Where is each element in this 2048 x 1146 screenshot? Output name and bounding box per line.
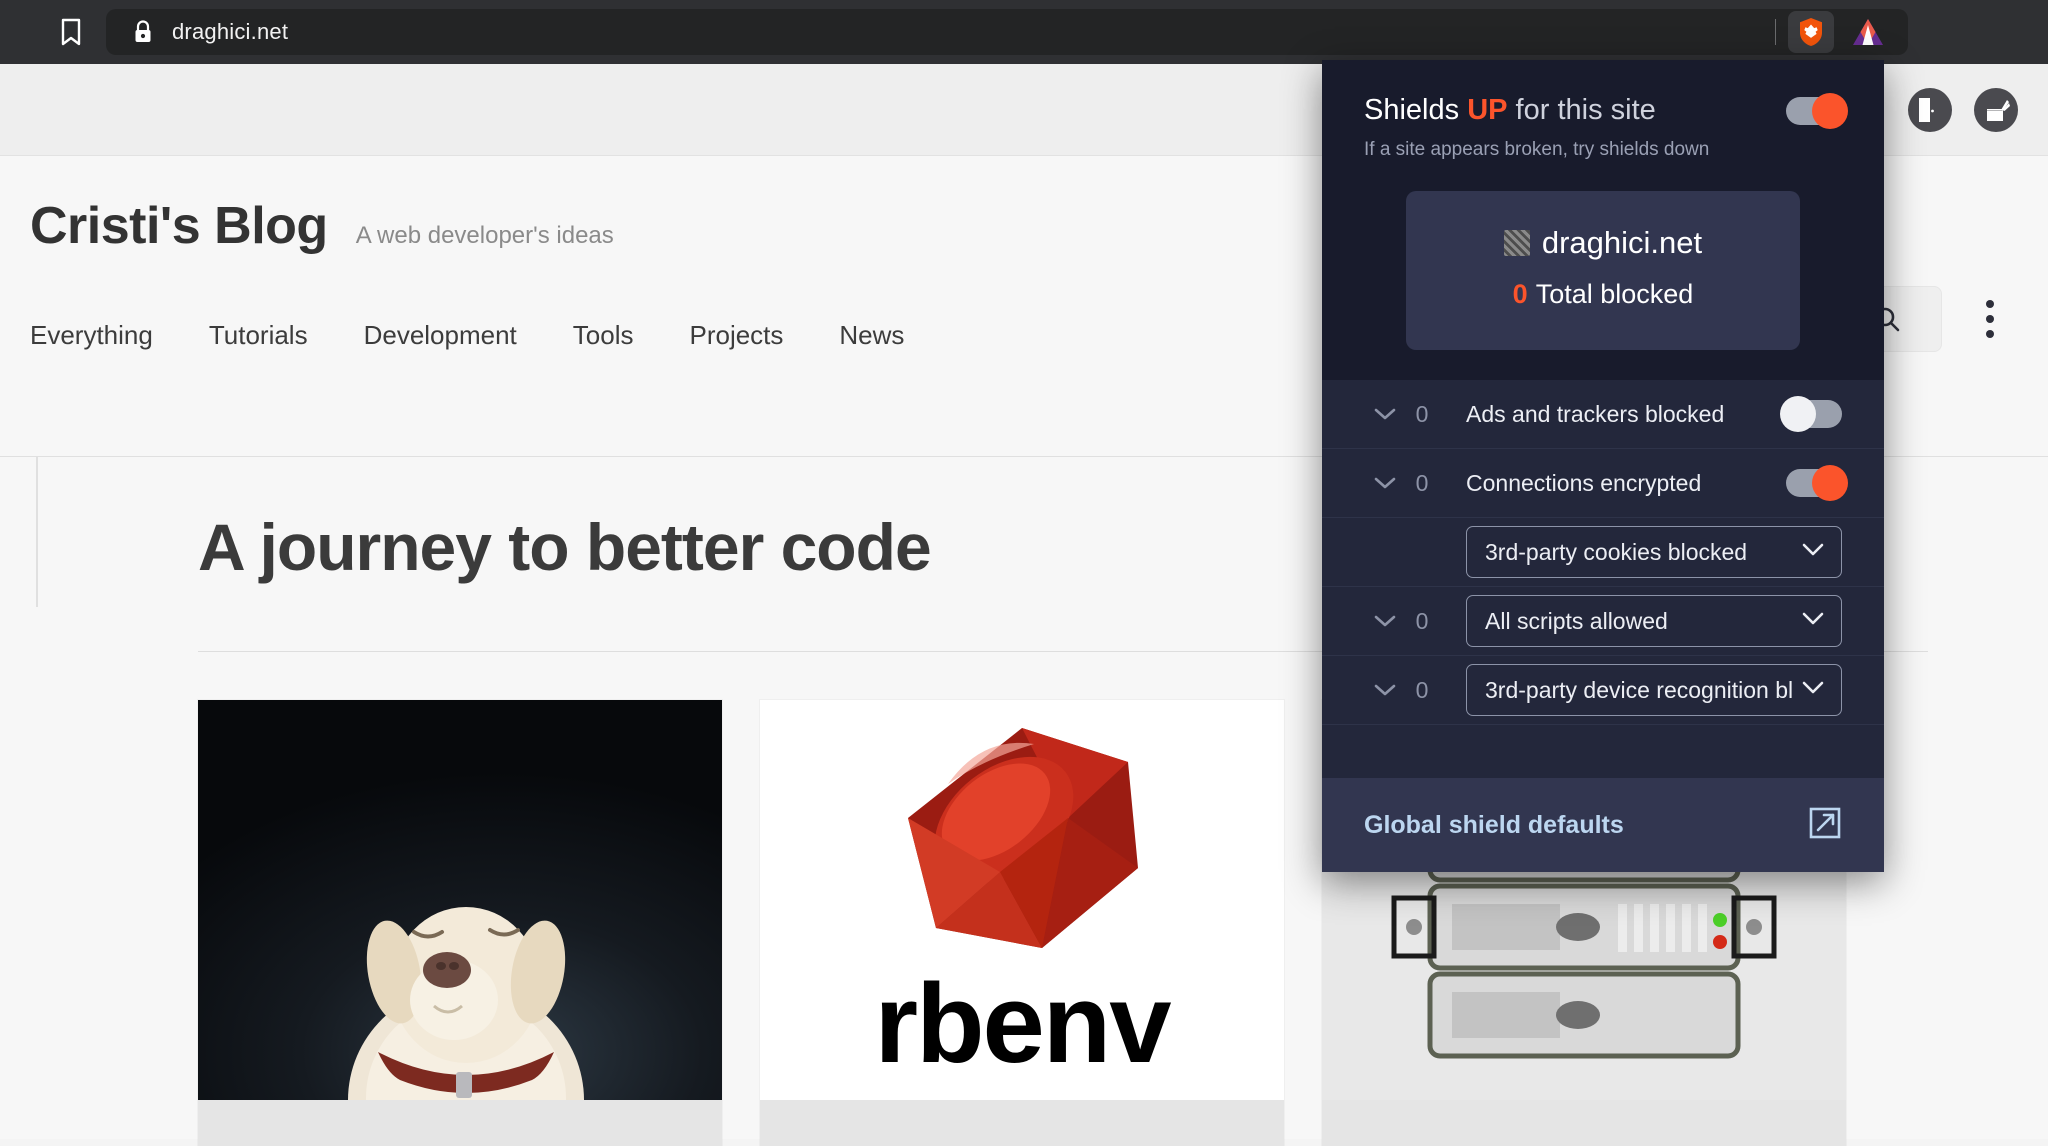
site-title: Cristi's Blog <box>30 197 328 255</box>
article-side-rule <box>36 457 38 607</box>
rbenv-wordmark: rbenv <box>874 961 1172 1086</box>
card-footer <box>1322 1100 1846 1146</box>
chevron-down-icon[interactable] <box>1370 614 1400 628</box>
card-footer <box>760 1100 1284 1146</box>
shields-panel-header: Shields UP for this site If a site appea… <box>1322 60 1884 380</box>
row-cookie-blocking[interactable]: 3rd-party cookies blocked <box>1322 518 1884 587</box>
total-blocked-count: 0 <box>1512 279 1528 309</box>
site-domain-row: draghici.net <box>1406 225 1800 261</box>
toolbar-divider <box>1775 19 1776 45</box>
chevron-down-icon <box>1801 542 1825 562</box>
ads-trackers-toggle[interactable] <box>1780 396 1842 432</box>
brave-shields-panel: Shields UP for this site If a site appea… <box>1322 60 1884 872</box>
ruby-gem-icon <box>908 728 1138 948</box>
nav-item-everything[interactable]: Everything <box>30 320 153 351</box>
rbenv-card[interactable]: rbenv <box>760 700 1284 1146</box>
toggle-knob <box>1812 92 1848 129</box>
shields-rows: 0 Ads and trackers blocked 0 Connections… <box>1322 380 1884 778</box>
select-value: All scripts allowed <box>1485 607 1668 634</box>
nav-item-development[interactable]: Development <box>364 320 517 351</box>
books-avatar-icon[interactable] <box>1974 87 2018 132</box>
toggle-knob <box>1780 396 1816 432</box>
menu-dot <box>1986 315 1994 323</box>
shields-status-text: Shields UP for this site <box>1364 94 1656 127</box>
card-footer <box>198 1100 722 1146</box>
row-label: Ads and trackers blocked <box>1466 400 1725 427</box>
rbenv-logo-image: rbenv <box>760 700 1284 1100</box>
row-connections-encrypted[interactable]: 0 Connections encrypted <box>1322 449 1884 518</box>
nav-item-tutorials[interactable]: Tutorials <box>209 320 308 351</box>
lock-icon <box>132 19 154 45</box>
global-shield-defaults-label: Global shield defaults <box>1364 810 1624 839</box>
toggle-knob <box>1812 465 1848 501</box>
site-domain-text: draghici.net <box>1541 225 1703 260</box>
url-text: draghici.net <box>172 19 289 44</box>
brave-lion-shields-icon[interactable] <box>1788 11 1834 53</box>
nav-item-projects[interactable]: Projects <box>689 320 783 351</box>
nav-item-tools[interactable]: Tools <box>573 320 634 351</box>
row-ads-and-trackers-blocked[interactable]: 0 Ads and trackers blocked <box>1322 380 1884 449</box>
menu-dot <box>1986 330 1994 338</box>
row-count: 0 <box>1415 400 1429 427</box>
shields-status-row: Shields UP for this site <box>1364 92 1848 129</box>
select-value: 3rd-party device recognition bl <box>1485 676 1794 703</box>
dog-photo-image <box>198 700 722 1100</box>
site-favicon <box>1503 230 1530 256</box>
cookie-blocking-select[interactable]: 3rd-party cookies blocked <box>1466 526 1842 578</box>
fingerprint-blocking-select[interactable]: 3rd-party device recognition bl <box>1466 664 1842 716</box>
chevron-down-icon <box>1801 680 1825 700</box>
chevron-down-icon[interactable] <box>1370 476 1400 490</box>
chevron-down-icon <box>1801 611 1825 631</box>
card-media <box>198 700 722 1100</box>
url-bar[interactable]: draghici.net <box>106 9 1908 55</box>
chevron-down-icon[interactable] <box>1370 683 1400 697</box>
global-shield-defaults-link[interactable]: Global shield defaults <box>1322 778 1884 872</box>
dog-photo-card[interactable] <box>198 700 722 1146</box>
menu-dot <box>1986 300 1994 308</box>
shields-word: Shields <box>1364 94 1460 126</box>
shields-master-toggle[interactable] <box>1786 92 1848 129</box>
row-fingerprint-blocking[interactable]: 0 3rd-party device recognition bl <box>1322 656 1884 725</box>
row-label: Connections encrypted <box>1466 469 1702 496</box>
card-media: rbenv <box>760 700 1284 1100</box>
bat-triangle-rewards-icon[interactable] <box>1842 11 1894 53</box>
row-count: 0 <box>1415 676 1429 703</box>
site-tagline: A web developer's ideas <box>355 222 614 249</box>
total-blocked-label: Total blocked <box>1535 279 1694 309</box>
script-blocking-select[interactable]: All scripts allowed <box>1466 595 1842 647</box>
bookmark-icon[interactable] <box>48 9 94 55</box>
open-door-avatar-icon[interactable] <box>1908 87 1952 132</box>
chevron-down-icon[interactable] <box>1370 407 1400 421</box>
row-count: 0 <box>1415 469 1429 496</box>
shields-subtitle: If a site appears broken, try shields do… <box>1364 139 1710 160</box>
shields-status-suffix: for this site <box>1515 94 1656 126</box>
three-dots-vertical-icon[interactable] <box>1962 286 2018 352</box>
external-link-icon[interactable] <box>1808 806 1842 845</box>
select-value: 3rd-party cookies blocked <box>1485 538 1748 565</box>
connections-encrypted-toggle[interactable] <box>1786 465 1848 501</box>
row-count: 0 <box>1415 607 1429 634</box>
shields-state: UP <box>1467 94 1508 126</box>
total-blocked-row: 0 Total blocked <box>1406 279 1800 310</box>
site-summary-card: draghici.net 0 Total blocked <box>1406 191 1800 350</box>
nav-item-news[interactable]: News <box>839 320 904 351</box>
browser-toolbar: draghici.net <box>0 0 2048 64</box>
row-script-blocking[interactable]: 0 All scripts allowed <box>1322 587 1884 656</box>
